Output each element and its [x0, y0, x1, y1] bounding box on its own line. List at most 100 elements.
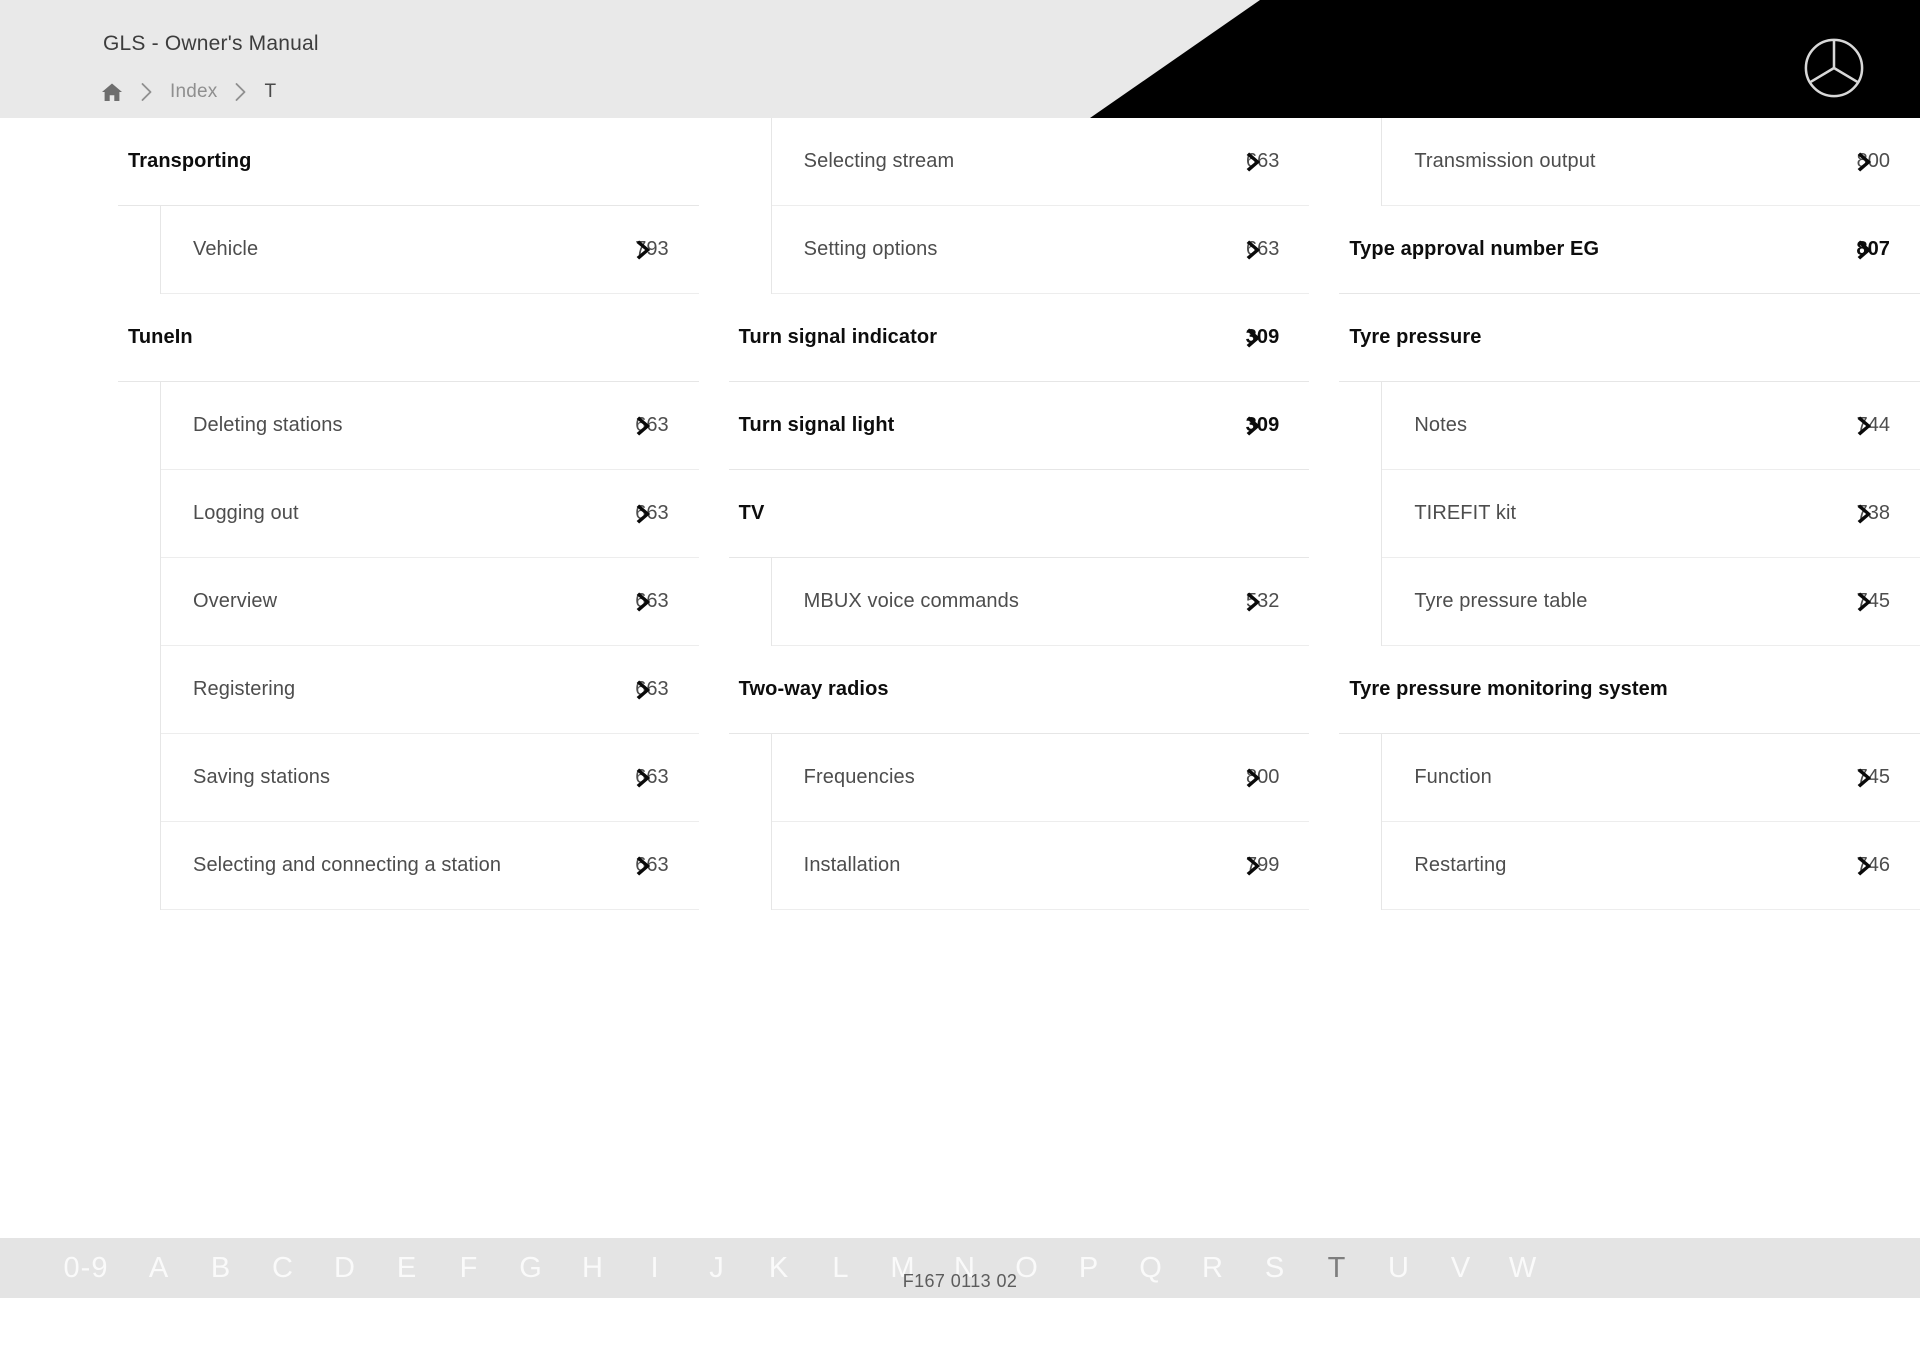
index-group-label: Tyre pressure monitoring system [1349, 678, 1668, 700]
index-entry-installation[interactable]: Installation 799 [771, 822, 1310, 910]
chevron-right-icon [1246, 592, 1261, 611]
index-entry-label: Registering [193, 678, 296, 700]
index-entry-registering[interactable]: Registering 663 [161, 646, 699, 734]
index-entry-label: Transmission output [1414, 150, 1596, 172]
page-number: 663 [635, 414, 669, 436]
index-group-label: Transporting [128, 150, 252, 172]
index-entry-mbux-voice-commands[interactable]: MBUX voice commands 532 [771, 558, 1310, 646]
chevron-right-icon [636, 680, 650, 699]
header-brand-panel [1090, 0, 1920, 118]
page-number: 807 [1856, 238, 1891, 260]
index-entry-label: Installation [803, 854, 901, 876]
index-entry-restarting[interactable]: Restarting 746 [1382, 822, 1920, 910]
index-entry-label: Overview [193, 590, 278, 612]
index-entry-frequencies[interactable]: Frequencies 800 [771, 734, 1310, 822]
index-entry-overview[interactable]: Overview 663 [161, 558, 699, 646]
index-subentry-list: Vehicle 793 [160, 206, 699, 294]
page-number: 800 [1856, 150, 1891, 172]
index-columns: Transporting Vehicle 793 TuneIn Deleting sta… [0, 118, 1920, 910]
index-group: Transporting Vehicle 793 [118, 118, 699, 294]
index-subentry-list: Notes 744 TIREFIT kit 738 Tyre pressure tabl… [1381, 382, 1920, 646]
page-number: 309 [1245, 414, 1280, 436]
breadcrumb-item-t: T [264, 81, 277, 102]
index-group-label: Two-way radios [738, 678, 889, 700]
index-group-heading-tyre-pressure-monitoring-system[interactable]: Tyre pressure monitoring system [1339, 646, 1920, 734]
index-group-heading-two-way-radios[interactable]: Two-way radios [728, 646, 1310, 734]
page-number: 744 [1856, 414, 1891, 436]
index-group-heading-turn-signal-indicator[interactable]: Turn signal indicator 309 [728, 294, 1310, 382]
index-entry-label: TIREFIT kit [1414, 502, 1517, 524]
page-number: 663 [635, 678, 669, 700]
index-entry-label: MBUX voice commands [803, 590, 1019, 612]
index-group-heading-tunein[interactable]: TuneIn [118, 294, 699, 382]
index-entry-setting-options[interactable]: Setting options 663 [771, 206, 1310, 294]
index-entry-label: Vehicle [193, 238, 259, 260]
chevron-right-icon [1246, 768, 1261, 787]
index-group: Turn signal light 309 [728, 382, 1310, 470]
page-number: 663 [635, 854, 669, 876]
index-entry-selecting-and-connecting-a-station[interactable]: Selecting and connecting a station 663 [161, 822, 699, 910]
chevron-right-icon [1246, 152, 1261, 171]
breadcrumb-item-index[interactable]: Index [170, 81, 217, 103]
index-entry-deleting-stations[interactable]: Deleting stations 663 [161, 382, 699, 470]
index-group-label: Tyre pressure [1349, 326, 1482, 348]
index-group: Type approval number EG 807 [1339, 206, 1920, 294]
chevron-right-icon [1857, 504, 1872, 523]
chevron-right-icon [1246, 240, 1261, 259]
chevron-right-icon [1857, 592, 1872, 611]
index-entry-tirefit-kit[interactable]: TIREFIT kit 738 [1382, 470, 1920, 558]
index-group-heading-turn-signal-light[interactable]: Turn signal light 309 [728, 382, 1310, 470]
index-group: Tyre pressure Notes 744 TIREFIT kit 738 Tyre … [1339, 294, 1920, 646]
breadcrumb: Index T [101, 79, 276, 105]
index-entry-label: Setting options [803, 238, 938, 260]
index-subentry-list: Frequencies 800 Installation 799 [770, 734, 1310, 910]
index-group-heading-tyre-pressure[interactable]: Tyre pressure [1339, 294, 1920, 382]
index-group: TuneIn Deleting stations 663 Logging out 663… [118, 294, 699, 910]
chevron-right-icon [636, 416, 650, 435]
chevron-right-icon [141, 83, 152, 101]
index-column-3: Transmission output 800 Type approval numb… [1339, 118, 1920, 910]
page-number: 532 [1245, 590, 1280, 612]
index-entry-notes[interactable]: Notes 744 [1382, 382, 1920, 470]
chevron-right-icon [1246, 416, 1261, 435]
index-group-heading-type-approval-number-eg[interactable]: Type approval number EG 807 [1339, 206, 1920, 294]
index-column-1: Transporting Vehicle 793 TuneIn Deleting sta… [118, 118, 699, 910]
chevron-right-icon [1857, 240, 1872, 259]
index-entry-label: Saving stations [193, 766, 331, 788]
index-group-heading-transporting[interactable]: Transporting [118, 118, 699, 206]
chevron-right-icon [636, 240, 650, 259]
index-group: Selecting stream 663 Setting options 663 [729, 118, 1310, 294]
page-number: 746 [1856, 854, 1891, 876]
index-entry-tyre-pressure-table[interactable]: Tyre pressure table 745 [1382, 558, 1920, 646]
page-title: GLS - Owner's Manual [103, 32, 319, 55]
index-entry-vehicle[interactable]: Vehicle 793 [161, 206, 699, 294]
page-number: 663 [1245, 150, 1280, 172]
page-number: 663 [635, 502, 669, 524]
index-entry-label: Selecting and connecting a station [193, 854, 502, 876]
index-entry-label: Restarting [1414, 854, 1507, 876]
page-header: GLS - Owner's Manual Index T [0, 0, 1920, 118]
index-entry-label: Notes [1414, 414, 1468, 436]
index-entry-function[interactable]: Function 745 [1382, 734, 1920, 822]
index-entry-transmission-output[interactable]: Transmission output 800 [1382, 118, 1920, 206]
index-subentry-list: Transmission output 800 [1381, 118, 1920, 206]
page-number: 745 [1856, 766, 1891, 788]
index-entry-selecting-stream[interactable]: Selecting stream 663 [771, 118, 1310, 206]
index-group-heading-tv[interactable]: TV [728, 470, 1310, 558]
index-entry-saving-stations[interactable]: Saving stations 663 [161, 734, 699, 822]
home-icon[interactable] [101, 82, 123, 102]
index-subentry-list: Deleting stations 663 Logging out 663 Overvi… [160, 382, 699, 910]
index-group: TV MBUX voice commands 532 [728, 470, 1310, 646]
chevron-right-icon [1857, 152, 1872, 171]
index-group-label: Turn signal light [738, 414, 895, 436]
index-column-2: Selecting stream 663 Setting options 663 Tur… [728, 118, 1310, 910]
index-entry-label: Selecting stream [803, 150, 955, 172]
page-number: 799 [1245, 854, 1280, 876]
index-entry-label: Deleting stations [193, 414, 343, 436]
index-group: Tyre pressure monitoring system Function 7… [1339, 646, 1920, 910]
chevron-right-icon [236, 83, 246, 101]
page-number: 663 [1245, 238, 1280, 260]
index-subentry-list: Selecting stream 663 Setting options 663 [770, 118, 1310, 294]
index-subentry-list: Function 745 Restarting 746 [1381, 734, 1920, 910]
index-entry-logging-out[interactable]: Logging out 663 [161, 470, 699, 558]
